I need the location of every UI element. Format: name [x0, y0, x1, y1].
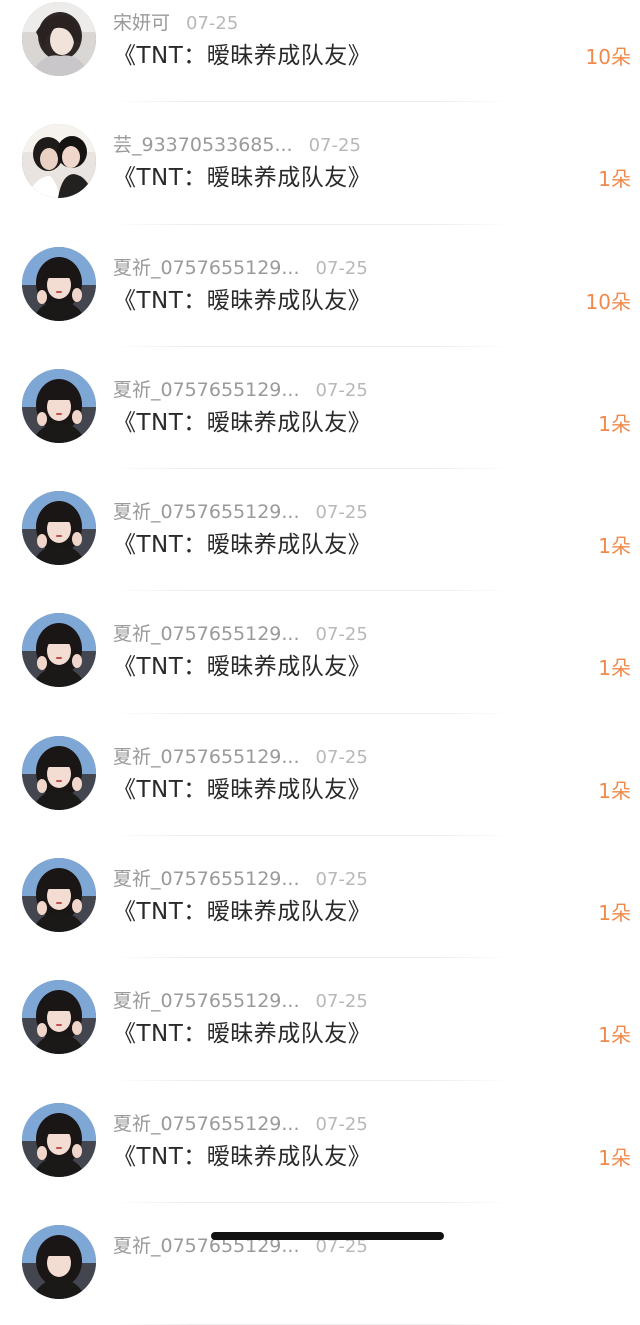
list-item[interactable]: 夏祈_0757655129... 07-25 《TNT：暧昧养成队友》 1朵 — [0, 469, 640, 592]
avatar-girl-peace-icon[interactable] — [22, 1102, 96, 1177]
flower-count: 10朵 — [585, 45, 631, 69]
list-item[interactable]: 芸_93370533685... 07-25 《TNT：暧昧养成队友》 1朵 — [0, 102, 640, 225]
flower-count: 1朵 — [598, 167, 631, 192]
sender-meta: 夏祈_0757655129... 07-25 — [113, 255, 368, 281]
flower-count: 10朵 — [585, 289, 631, 314]
sender-name[interactable]: 夏祈_0757655129... — [113, 746, 300, 768]
avatar-girl-peace-icon[interactable] — [22, 980, 96, 1055]
send-date: 07-25 — [315, 502, 368, 524]
send-date: 07-25 — [315, 624, 368, 646]
flower-count: 1朵 — [598, 1023, 631, 1048]
sender-name[interactable]: 芸_93370533685... — [113, 134, 293, 156]
list-item[interactable]: 夏祈_0757655129... 07-25 《TNT：暧昧养成队友》 1朵 — [0, 836, 640, 959]
send-date: 07-25 — [315, 746, 368, 768]
sender-name[interactable]: 夏祈_0757655129... — [113, 501, 300, 523]
avatar-girl-peace-icon[interactable] — [22, 858, 96, 933]
book-title[interactable]: 《TNT：暧昧养成队友》 — [113, 162, 371, 194]
avatar-girl-peace-icon[interactable] — [22, 1224, 96, 1299]
list-item[interactable]: 夏祈_0757655129... 07-25 《TNT：暧昧养成队友》 1朵 — [0, 347, 640, 470]
sender-name[interactable]: 夏祈_0757655129... — [113, 868, 300, 890]
avatar-couple-icon[interactable] — [22, 124, 96, 199]
list-item[interactable]: 宋妍可 07-25 《TNT：暧昧养成队友》 10朵 — [0, 0, 640, 103]
book-title[interactable]: 《TNT：暧昧养成队友》 — [113, 407, 371, 439]
sender-meta: 夏祈_0757655129... 07-25 — [113, 499, 368, 525]
flower-count: 1朵 — [598, 411, 631, 436]
sender-meta: 夏祈_0757655129... 07-25 — [113, 866, 368, 892]
list-item[interactable]: 夏祈_0757655129... 07-25 《TNT：暧昧养成队友》 1朵 — [0, 958, 640, 1081]
sender-name[interactable]: 夏祈_0757655129... — [113, 379, 300, 401]
send-date: 07-25 — [315, 869, 368, 891]
sender-meta: 夏祈_0757655129... 07-25 — [113, 1111, 368, 1137]
avatar-girl-peace-icon[interactable] — [22, 246, 96, 321]
gift-record-list: 宋妍可 07-25 《TNT：暧昧养成队友》 10朵 芸_93370533685.… — [0, 0, 640, 1325]
avatar-girl-peace-icon[interactable] — [22, 368, 96, 443]
flower-count: 1朵 — [598, 778, 631, 803]
flower-count: 1朵 — [598, 656, 631, 681]
book-title[interactable]: 《TNT：暧昧养成队友》 — [113, 651, 371, 683]
list-item[interactable]: 夏祈_0757655129... 07-25 《TNT：暧昧养成队友》 1朵 — [0, 591, 640, 715]
sender-meta: 夏祈_0757655129... 07-25 — [113, 988, 368, 1014]
list-item[interactable]: 夏祈_0757655129... 07-25 — [0, 1203, 640, 1325]
send-date: 07-25 — [315, 379, 368, 401]
sender-meta: 夏祈_0757655129... 07-25 — [113, 621, 368, 647]
sender-name[interactable]: 夏祈_0757655129... — [113, 990, 300, 1012]
sender-name[interactable]: 夏祈_0757655129... — [113, 1113, 300, 1135]
book-title[interactable]: 《TNT：暧昧养成队友》 — [113, 1018, 371, 1050]
sender-name[interactable]: 宋妍可 — [113, 12, 170, 34]
send-date: 07-25 — [308, 135, 361, 157]
avatar-girl-light-icon[interactable] — [22, 2, 96, 76]
book-title[interactable]: 《TNT：暧昧养成队友》 — [113, 529, 371, 561]
send-date: 07-25 — [315, 1113, 368, 1135]
list-item[interactable]: 夏祈_0757655129... 07-25 《TNT：暧昧养成队友》 1朵 — [0, 714, 640, 837]
send-date: 07-25 — [315, 991, 368, 1013]
sender-name[interactable]: 夏祈_0757655129... — [113, 257, 300, 279]
send-date: 07-25 — [186, 13, 239, 34]
sender-name[interactable]: 夏祈_0757655129... — [113, 623, 300, 645]
flower-count: 1朵 — [598, 1145, 631, 1170]
sender-meta: 夏祈_0757655129... 07-25 — [113, 377, 368, 403]
sender-meta: 夏祈_0757655129... 07-25 — [113, 744, 368, 770]
book-title[interactable]: 《TNT：暧昧养成队友》 — [113, 40, 371, 72]
home-indicator[interactable] — [211, 1232, 444, 1240]
send-date: 07-25 — [315, 257, 368, 279]
flower-count: 1朵 — [598, 534, 631, 559]
book-title[interactable]: 《TNT：暧昧养成队友》 — [113, 896, 371, 928]
sender-meta: 宋妍可 07-25 — [113, 10, 238, 36]
avatar-girl-peace-icon[interactable] — [22, 491, 96, 566]
book-title[interactable]: 《TNT：暧昧养成队友》 — [113, 774, 371, 806]
book-title[interactable]: 《TNT：暧昧养成队友》 — [113, 1141, 371, 1173]
sender-meta: 芸_93370533685... 07-25 — [113, 132, 361, 158]
list-item[interactable]: 夏祈_0757655129... 07-25 《TNT：暧昧养成队友》 1朵 — [0, 1081, 640, 1204]
flower-count: 1朵 — [598, 901, 631, 926]
list-item[interactable]: 夏祈_0757655129... 07-25 《TNT：暧昧养成队友》 10朵 — [0, 225, 640, 348]
avatar-girl-peace-icon[interactable] — [22, 613, 96, 688]
book-title[interactable]: 《TNT：暧昧养成队友》 — [113, 285, 371, 317]
avatar-girl-peace-icon[interactable] — [22, 735, 96, 810]
